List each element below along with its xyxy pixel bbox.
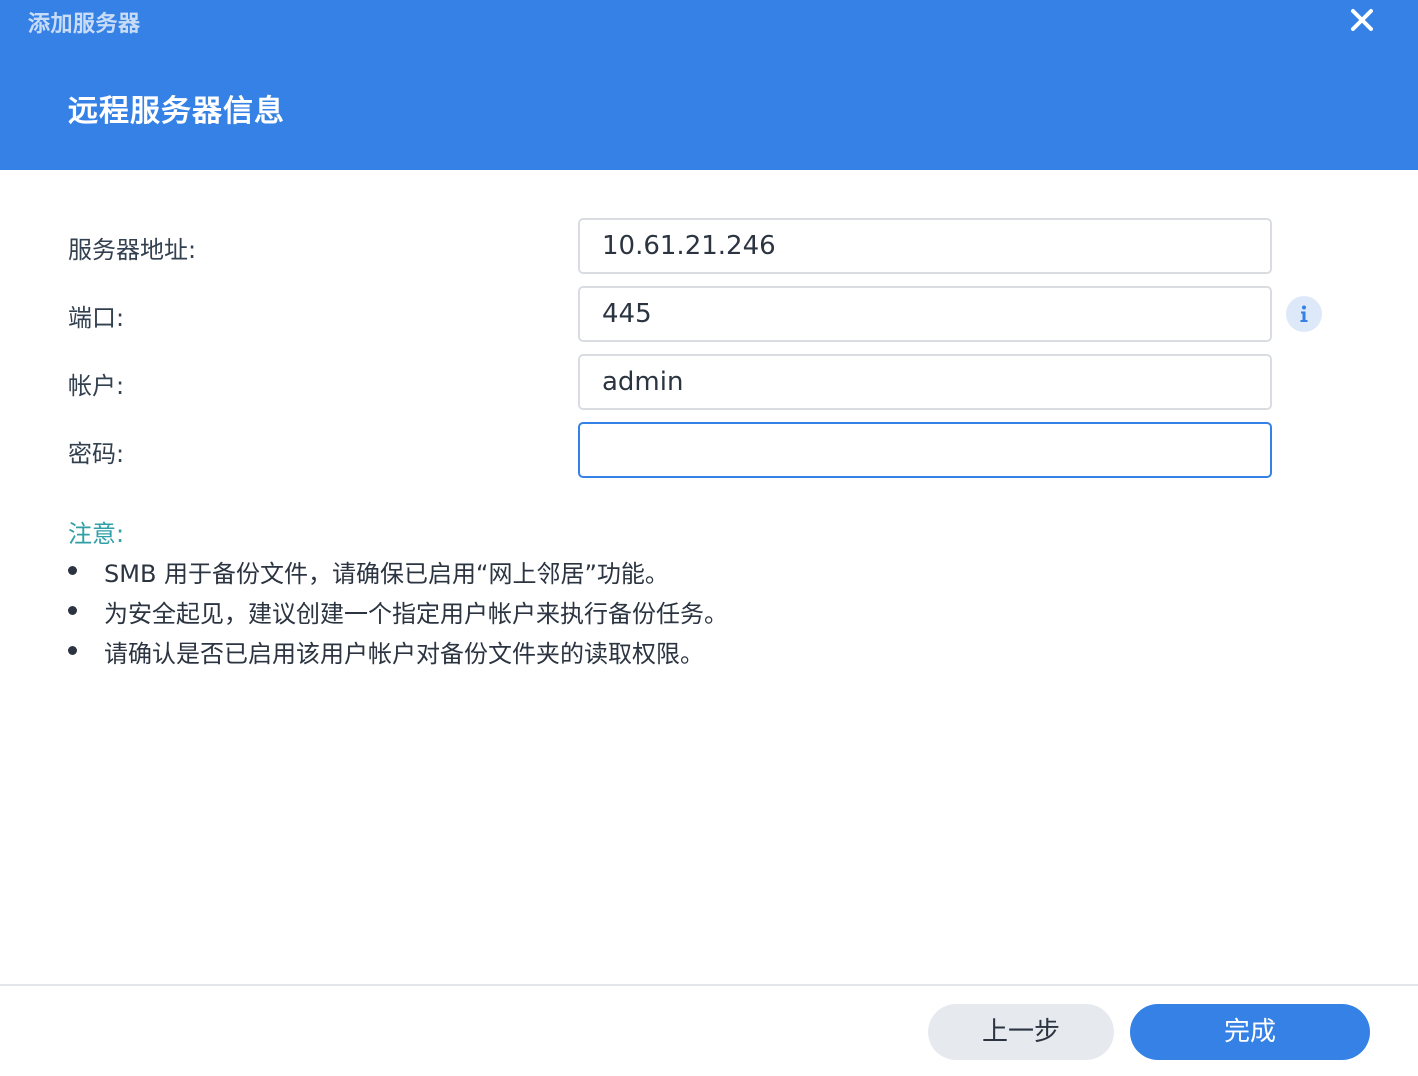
- password-label: 密码:: [68, 440, 125, 468]
- dialog-header: 添加服务器 远程服务器信息: [0, 0, 1418, 170]
- account-input[interactable]: [578, 354, 1272, 410]
- port-info-button[interactable]: [1286, 296, 1322, 332]
- password-input[interactable]: [578, 422, 1272, 478]
- footer-divider: [0, 984, 1418, 986]
- back-button[interactable]: 上一步: [928, 1004, 1114, 1060]
- port-input[interactable]: [578, 286, 1272, 342]
- bullet-icon: [68, 646, 77, 655]
- account-label: 帐户:: [68, 372, 125, 400]
- port-row: 端口:: [0, 286, 1418, 342]
- finish-button[interactable]: 完成: [1130, 1004, 1370, 1060]
- password-row: 密码:: [0, 422, 1418, 478]
- notes-title: 注意:: [68, 520, 125, 548]
- bullet-icon: [68, 566, 77, 575]
- account-row: 帐户:: [0, 354, 1418, 410]
- close-icon: [1351, 9, 1373, 31]
- window-title: 添加服务器: [28, 12, 141, 37]
- note-item: 请确认是否已启用该用户帐户对备份文件夹的读取权限。: [68, 634, 728, 674]
- note-item: SMB 用于备份文件，请确保已启用“网上邻居”功能。: [68, 554, 728, 594]
- server-address-row: 服务器地址:: [0, 218, 1418, 274]
- note-item: 为安全起见，建议创建一个指定用户帐户来执行备份任务。: [68, 594, 728, 634]
- add-server-dialog: 添加服务器 远程服务器信息 服务器地址: 端口: 帐户: 密码: 注意:: [0, 0, 1418, 1076]
- note-text: 请确认是否已启用该用户帐户对备份文件夹的读取权限。: [104, 640, 704, 668]
- note-text: SMB 用于备份文件，请确保已启用“网上邻居”功能。: [104, 560, 669, 588]
- step-title: 远程服务器信息: [68, 94, 285, 129]
- close-button[interactable]: [1346, 4, 1378, 36]
- bullet-icon: [68, 606, 77, 615]
- server-address-input[interactable]: [578, 218, 1272, 274]
- server-address-label: 服务器地址:: [68, 236, 197, 264]
- note-text: 为安全起见，建议创建一个指定用户帐户来执行备份任务。: [104, 600, 728, 628]
- notes-list: SMB 用于备份文件，请确保已启用“网上邻居”功能。 为安全起见，建议创建一个指…: [68, 554, 728, 674]
- info-icon: [1300, 305, 1308, 322]
- port-label: 端口:: [68, 304, 125, 332]
